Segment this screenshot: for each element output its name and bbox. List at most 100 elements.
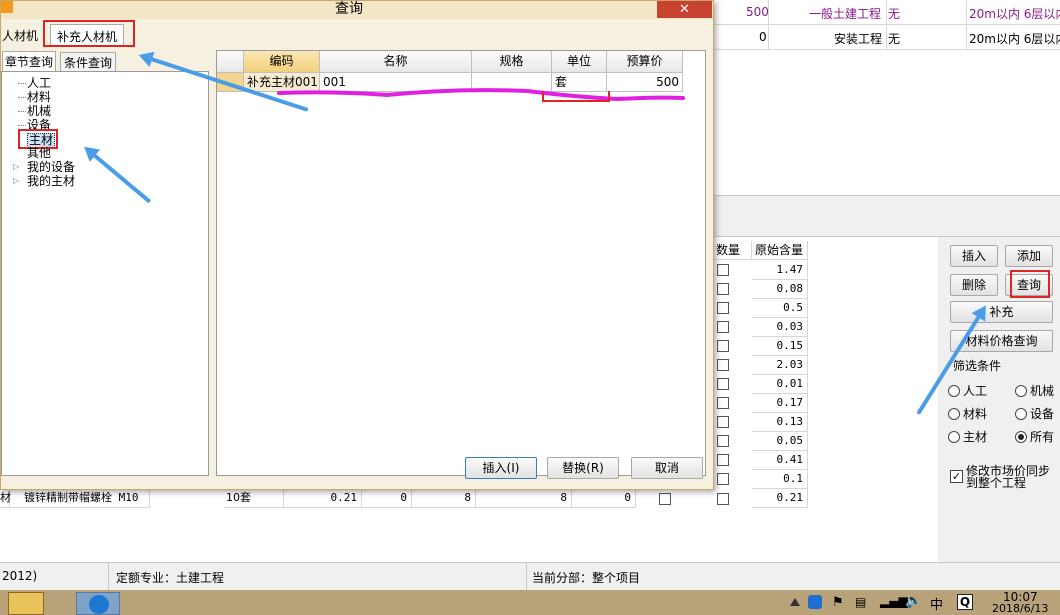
original-content-cell[interactable]: 0.03 <box>752 318 808 337</box>
tab-condition-query[interactable]: 条件查询 <box>60 52 117 71</box>
radio-label: 主材 <box>963 430 988 444</box>
radio-dot-icon <box>948 384 960 397</box>
tray-expand-icon[interactable] <box>790 596 800 606</box>
expand-arrow-icon[interactable]: ▷ <box>13 176 19 185</box>
tray-device-icon[interactable]: ▤ <box>855 595 866 609</box>
header-original-content[interactable]: 原始含量 <box>752 241 808 260</box>
original-content-cell[interactable]: 0.5 <box>752 299 808 318</box>
row-indicator-header <box>217 51 244 73</box>
row-value-4: 8 <box>476 489 572 508</box>
row-checkbox[interactable] <box>717 435 729 447</box>
row-checkbox[interactable] <box>717 378 729 390</box>
tree-item-my-equipment[interactable]: 我的设备 <box>27 161 75 174</box>
row-checkbox[interactable] <box>717 454 729 466</box>
tree-item-machinery[interactable]: 机械 <box>27 105 51 118</box>
row-value-5: 0 <box>572 489 636 508</box>
radio-label: 机械 <box>1030 384 1055 398</box>
tab-resources[interactable]: 人材机 <box>0 23 45 45</box>
header-code[interactable]: 编码 <box>244 51 320 73</box>
tree-item-other[interactable]: 其他 <box>27 147 51 160</box>
original-content-cell[interactable]: 0.41 <box>752 451 808 470</box>
tray-volume-icon[interactable]: 🔈 <box>905 593 922 609</box>
column-divider <box>886 0 887 50</box>
row-height-limit: 20m以内 6层以内 <box>969 7 1060 21</box>
row-checkbox[interactable] <box>717 283 729 295</box>
row-flag: 无 <box>888 32 901 46</box>
tray-network-icon[interactable]: ▂▄▆ <box>880 594 908 608</box>
dialog-app-icon <box>1 1 13 13</box>
project-row[interactable]: 0 安装工程 无 20m以内 6层以内 <box>714 25 1060 50</box>
tray-q-icon[interactable]: Q <box>957 594 973 610</box>
row-checkbox[interactable] <box>659 493 671 505</box>
cancel-button[interactable]: 取消 <box>631 457 703 479</box>
status-major: 定额专业：土建工程 <box>116 571 225 585</box>
row-value-3: 8 <box>412 489 476 508</box>
row-checkbox[interactable] <box>717 397 729 409</box>
header-unit[interactable]: 单位 <box>552 51 607 73</box>
header-spec[interactable]: 规格 <box>472 51 552 73</box>
filter-material-radio[interactable]: 材料 <box>948 405 987 422</box>
filter-machinery-radio[interactable]: 机械 <box>1015 382 1054 399</box>
tray-app-icon[interactable] <box>808 595 822 609</box>
taskbar-app-icon[interactable] <box>76 592 120 615</box>
tray-ime-indicator[interactable]: 中 <box>930 594 943 613</box>
row-checkbox[interactable] <box>717 473 729 485</box>
unit-cell-highlight <box>542 91 610 102</box>
header-price[interactable]: 预算价 <box>607 51 683 73</box>
filter-equipment-radio[interactable]: 设备 <box>1015 405 1054 422</box>
query-button-highlight <box>1010 270 1050 298</box>
original-content-cell[interactable]: 0.05 <box>752 432 808 451</box>
dialog-title: 查询 <box>335 1 363 17</box>
row-checkbox[interactable] <box>717 302 729 314</box>
project-row[interactable]: 500 一般土建工程 无 20m以内 6层以内 <box>714 0 1060 25</box>
row-checkbox[interactable] <box>717 416 729 428</box>
filter-all-radio[interactable]: 所有 <box>1015 428 1054 445</box>
replace-button[interactable]: 替换(R) <box>547 457 619 479</box>
add-button[interactable]: 添加 <box>1005 245 1053 267</box>
tree-item-labor[interactable]: 人工 <box>27 77 51 90</box>
tree-connector <box>18 111 26 112</box>
row-checkbox[interactable] <box>717 493 729 505</box>
radio-label: 人工 <box>963 384 988 398</box>
original-content-cell[interactable]: 0.17 <box>752 394 808 413</box>
row-type: 材 <box>0 489 11 508</box>
original-content-cell[interactable]: 1.47 <box>752 261 808 280</box>
results-grid[interactable]: 编码 名称 规格 单位 预算价 补充主材001 001 套 500 <box>216 50 706 476</box>
sync-price-label: 修改市场价同步到整个工程 <box>966 464 1051 490</box>
insert-dialog-button[interactable]: 插入(I) <box>465 457 537 479</box>
sync-price-checkbox[interactable]: ✓ <box>950 470 963 483</box>
original-content-cell[interactable]: 0.1 <box>752 470 808 489</box>
row-checkbox[interactable] <box>717 359 729 371</box>
insert-button[interactable]: 插入 <box>950 245 998 267</box>
dialog-titlebar[interactable]: 查询 ✕ <box>1 1 713 19</box>
right-action-panel: 插入 添加 删除 查询 补充 材料价格查询 筛选条件 人工 机械 材料 设备 主… <box>938 237 1060 562</box>
header-quantity[interactable]: 数量 <box>714 241 752 260</box>
tab-chapter-query[interactable]: 章节查询 <box>2 51 57 71</box>
original-content-cell[interactable]: 2.03 <box>752 356 808 375</box>
original-content-cell[interactable]: 0.13 <box>752 413 808 432</box>
row-checkbox[interactable] <box>717 340 729 352</box>
row-checkbox[interactable] <box>717 321 729 333</box>
expand-arrow-icon[interactable]: ▷ <box>13 162 19 171</box>
original-content-cell[interactable]: 0.08 <box>752 280 808 299</box>
tray-flag-icon[interactable]: ⚑ <box>832 595 844 610</box>
original-content-cell[interactable]: 0.21 <box>752 489 808 508</box>
app-logo-icon <box>89 595 109 614</box>
clock-date[interactable]: 2018/6/13 <box>992 603 1048 615</box>
supplement-button[interactable]: 补充 <box>950 301 1053 323</box>
taskbar-app-icon[interactable] <box>8 592 44 615</box>
header-name[interactable]: 名称 <box>320 51 472 73</box>
delete-button[interactable]: 删除 <box>950 274 998 296</box>
panel-splitter[interactable] <box>714 195 1060 237</box>
original-content-cell[interactable]: 0.15 <box>752 337 808 356</box>
tree-item-my-main-material[interactable]: 我的主材 <box>27 175 75 188</box>
original-content-cell[interactable]: 0.01 <box>752 375 808 394</box>
row-value-1: 0.21 <box>284 489 362 508</box>
filter-main-material-radio[interactable]: 主材 <box>948 428 987 445</box>
category-tree[interactable]: 人工 材料 机械 设备 主材 其他 ▷ 我的设备 ▷ 我的主材 <box>1 71 209 476</box>
row-checkbox[interactable] <box>717 264 729 276</box>
close-button[interactable]: ✕ <box>657 1 712 18</box>
tree-item-material[interactable]: 材料 <box>27 91 51 104</box>
radio-label: 材料 <box>963 407 988 421</box>
filter-labor-radio[interactable]: 人工 <box>948 382 987 399</box>
